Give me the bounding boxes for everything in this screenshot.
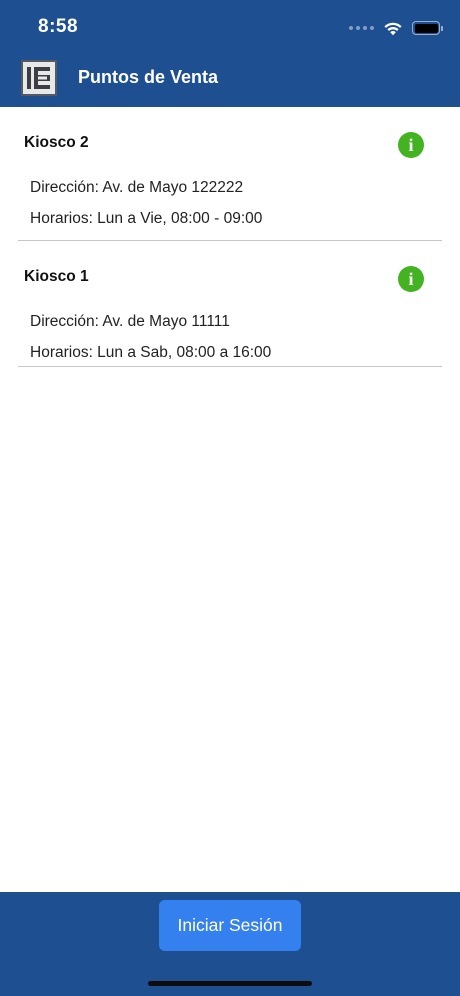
screen: 8:58 Puntos de Venta Kiosco 2 i Direcció…: [0, 0, 460, 996]
bottom-bar: Iniciar Sesión: [0, 892, 460, 996]
battery-icon: [412, 21, 443, 35]
kiosk-address: Dirección: Av. de Mayo 11111: [30, 313, 230, 330]
status-time: 8:58: [38, 16, 79, 37]
kiosk-name: Kiosco 1: [24, 268, 89, 285]
kiosk-hours: Horarios: Lun a Sab, 08:00 a 16:00: [30, 344, 272, 361]
list-item[interactable]: Kiosco 1 i Dirección: Av. de Mayo 11111 …: [18, 241, 442, 367]
page-title: Puntos de Venta: [78, 67, 219, 87]
info-icon[interactable]: i: [398, 266, 424, 292]
top-bar: 8:58 Puntos de Venta: [0, 0, 460, 107]
list-item[interactable]: Kiosco 2 i Dirección: Av. de Mayo 122222…: [18, 107, 442, 241]
status-icons: [349, 18, 443, 38]
kiosk-list: Kiosco 2 i Dirección: Av. de Mayo 122222…: [0, 107, 460, 367]
home-indicator[interactable]: [148, 981, 312, 986]
app-logo-icon: [21, 60, 57, 96]
kiosk-hours: Horarios: Lun a Vie, 08:00 - 09:00: [30, 210, 263, 227]
kiosk-address: Dirección: Av. de Mayo 122222: [30, 179, 244, 196]
signal-icon: [349, 26, 374, 30]
login-button[interactable]: Iniciar Sesión: [159, 900, 301, 951]
kiosk-name: Kiosco 2: [24, 134, 89, 151]
info-icon[interactable]: i: [398, 132, 424, 158]
wifi-icon: [384, 22, 402, 35]
